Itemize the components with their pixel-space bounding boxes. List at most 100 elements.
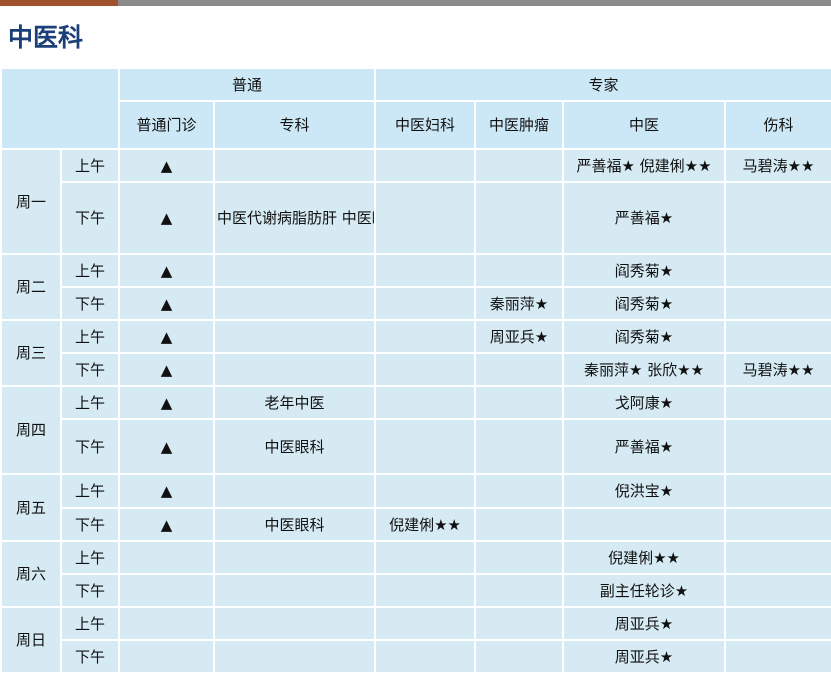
oncology-cell bbox=[474, 253, 565, 288]
tcm-cell: 倪建俐★★ bbox=[562, 540, 727, 575]
day-cell: 周日 bbox=[0, 606, 62, 674]
table-row: 下午 ▲ 秦丽萍★ 张欣★★ 马碧涛★★ bbox=[1, 352, 831, 387]
specialty-cell bbox=[212, 473, 377, 509]
general-clinic-cell: ▲ bbox=[118, 385, 215, 420]
orthopedics-cell bbox=[724, 606, 831, 641]
column-header-tcm-gynecology: 中医妇科 bbox=[374, 100, 477, 150]
tcm-cell: 副主任轮诊★ bbox=[562, 573, 727, 608]
header-group-general: 普通 bbox=[117, 67, 377, 102]
oncology-cell bbox=[474, 507, 565, 542]
specialty-cell bbox=[212, 540, 377, 575]
oncology-cell: 周亚兵★ bbox=[474, 319, 565, 354]
table-row: 周五 上午 ▲ 倪洪宝★ bbox=[0, 473, 831, 542]
orthopedics-cell bbox=[724, 473, 831, 509]
gynecology-cell bbox=[374, 418, 477, 475]
gynecology-cell: 倪建俐★★ bbox=[374, 507, 477, 542]
orthopedics-cell bbox=[724, 253, 831, 288]
column-header-specialty: 专科 bbox=[212, 100, 377, 150]
general-clinic-cell: ▲ bbox=[118, 352, 215, 387]
day-cell: 周一 bbox=[0, 148, 62, 255]
orthopedics-cell bbox=[724, 181, 831, 255]
tcm-cell: 倪洪宝★ bbox=[562, 473, 727, 509]
period-cell: 上午 bbox=[60, 253, 120, 288]
table-row: 下午 ▲ 中医眼科 倪建俐★★ bbox=[1, 507, 831, 542]
gynecology-cell bbox=[374, 148, 477, 183]
header-corner-cell bbox=[0, 67, 120, 150]
oncology-cell bbox=[474, 473, 565, 509]
specialty-cell: 中医眼科 bbox=[212, 418, 377, 475]
table-row: 周三 上午 ▲ 周亚兵★ 阎秀菊★ bbox=[0, 319, 831, 387]
top-accent-bar bbox=[0, 0, 118, 6]
period-cell: 下午 bbox=[60, 286, 120, 321]
column-header-tcm-oncology: 中医肿瘤 bbox=[474, 100, 565, 150]
specialty-cell bbox=[212, 148, 377, 183]
tcm-cell: 严善福★ bbox=[562, 418, 727, 475]
day-cell: 周五 bbox=[0, 473, 62, 542]
general-clinic-cell bbox=[118, 540, 215, 575]
oncology-cell bbox=[474, 181, 565, 255]
schedule-body: 周一 上午 ▲ 严善福★ 倪建俐★★ 马碧涛★★ 下午 ▲ 中医代谢病脂肪肝 中… bbox=[0, 148, 831, 674]
orthopedics-cell bbox=[724, 286, 831, 321]
general-clinic-cell bbox=[118, 639, 215, 674]
gynecology-cell bbox=[374, 473, 477, 509]
specialty-cell bbox=[212, 639, 377, 674]
tcm-cell: 严善福★ 倪建俐★★ bbox=[562, 148, 727, 183]
period-cell: 下午 bbox=[60, 573, 120, 608]
specialty-cell bbox=[212, 253, 377, 288]
oncology-cell bbox=[474, 639, 565, 674]
oncology-cell bbox=[474, 385, 565, 420]
gynecology-cell bbox=[374, 639, 477, 674]
general-clinic-cell: ▲ bbox=[118, 253, 215, 288]
specialty-cell bbox=[212, 319, 377, 354]
table-row: 下午 副主任轮诊★ bbox=[1, 573, 831, 608]
tcm-cell: 阎秀菊★ bbox=[562, 319, 727, 354]
table-row: 下午 ▲ 中医代谢病脂肪肝 中医眼科 严善福★ bbox=[1, 181, 831, 255]
table-row: 周一 上午 ▲ 严善福★ 倪建俐★★ 马碧涛★★ bbox=[0, 148, 831, 255]
general-clinic-cell: ▲ bbox=[118, 286, 215, 321]
period-cell: 下午 bbox=[60, 418, 120, 475]
general-clinic-cell bbox=[118, 573, 215, 608]
period-cell: 下午 bbox=[60, 639, 120, 674]
gynecology-cell bbox=[374, 253, 477, 288]
tcm-cell: 周亚兵★ bbox=[562, 606, 727, 641]
specialty-cell bbox=[212, 352, 377, 387]
period-cell: 上午 bbox=[60, 319, 120, 354]
orthopedics-cell: 马碧涛★★ bbox=[724, 352, 831, 387]
orthopedics-cell bbox=[724, 573, 831, 608]
table-row: 周日 上午 周亚兵★ bbox=[0, 606, 831, 674]
general-clinic-cell: ▲ bbox=[118, 181, 215, 255]
gynecology-cell bbox=[374, 286, 477, 321]
oncology-cell bbox=[474, 148, 565, 183]
period-cell: 下午 bbox=[60, 181, 120, 255]
tcm-cell: 周亚兵★ bbox=[562, 639, 727, 674]
tcm-cell: 阎秀菊★ bbox=[562, 286, 727, 321]
oncology-cell: 秦丽萍★ bbox=[474, 286, 565, 321]
specialty-cell: 中医代谢病脂肪肝 中医眼科 bbox=[212, 181, 377, 255]
top-divider-bar bbox=[0, 0, 831, 6]
orthopedics-cell bbox=[724, 319, 831, 354]
gynecology-cell bbox=[374, 606, 477, 641]
column-header-tcm: 中医 bbox=[562, 100, 727, 150]
orthopedics-cell bbox=[724, 639, 831, 674]
period-cell: 上午 bbox=[60, 473, 120, 509]
table-row: 下午 ▲ 秦丽萍★ 阎秀菊★ bbox=[1, 286, 831, 321]
specialty-cell bbox=[212, 606, 377, 641]
orthopedics-cell: 马碧涛★★ bbox=[724, 148, 831, 183]
period-cell: 上午 bbox=[60, 540, 120, 575]
period-cell: 上午 bbox=[60, 385, 120, 420]
oncology-cell bbox=[474, 418, 565, 475]
oncology-cell bbox=[474, 573, 565, 608]
oncology-cell bbox=[474, 540, 565, 575]
oncology-cell bbox=[474, 352, 565, 387]
gynecology-cell bbox=[374, 540, 477, 575]
table-row: 周六 上午 倪建俐★★ bbox=[0, 540, 831, 608]
period-cell: 下午 bbox=[60, 352, 120, 387]
tcm-cell: 阎秀菊★ bbox=[562, 253, 727, 288]
specialty-cell: 老年中医 bbox=[212, 385, 377, 420]
general-clinic-cell: ▲ bbox=[118, 418, 215, 475]
tcm-cell bbox=[562, 507, 727, 542]
general-clinic-cell: ▲ bbox=[118, 148, 215, 183]
column-header-general-clinic: 普通门诊 bbox=[118, 100, 215, 150]
specialty-cell bbox=[212, 573, 377, 608]
day-cell: 周四 bbox=[0, 385, 62, 475]
